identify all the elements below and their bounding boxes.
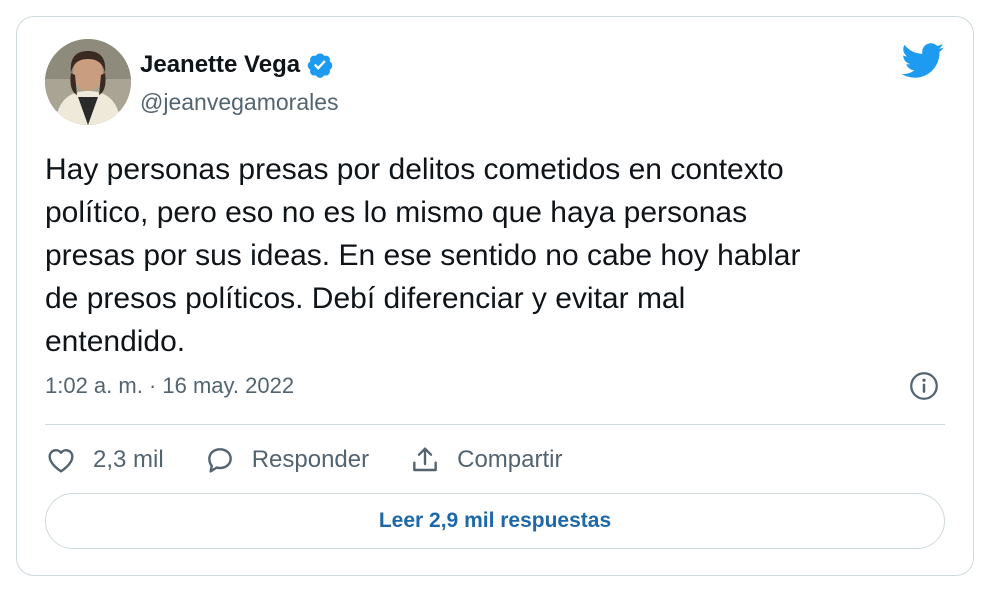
- tweet-timestamp[interactable]: 1:02 a. m. · 16 may. 2022: [45, 373, 294, 399]
- action-bar: 2,3 mil Responder Compartir: [45, 441, 602, 479]
- read-replies-button[interactable]: Leer 2,9 mil respuestas: [45, 493, 945, 549]
- twitter-bird-icon[interactable]: [901, 43, 945, 79]
- author-handle[interactable]: @jeanvegamorales: [140, 89, 339, 116]
- avatar-image: [45, 39, 131, 125]
- verified-badge-icon: [307, 53, 333, 78]
- tweet-text: Hay personas presas por delitos cometido…: [45, 153, 801, 358]
- author-name[interactable]: Jeanette Vega: [140, 51, 300, 79]
- like-count: 2,3 mil: [93, 446, 164, 473]
- info-icon[interactable]: [909, 371, 939, 401]
- like-button[interactable]: 2,3 mil: [45, 444, 164, 476]
- share-button[interactable]: Compartir: [409, 444, 562, 476]
- author-name-row[interactable]: Jeanette Vega: [140, 51, 334, 79]
- share-upload-icon: [413, 447, 437, 472]
- avatar[interactable]: [45, 39, 131, 125]
- divider: [45, 424, 945, 425]
- reply-label: Responder: [251, 446, 370, 473]
- share-label: Compartir: [457, 446, 563, 473]
- reply-button[interactable]: Responder: [204, 444, 369, 476]
- heart-icon: [48, 449, 74, 473]
- tweet-card: Jeanette Vega @jeanvegamorales Hay perso…: [16, 16, 974, 576]
- speech-bubble-icon: [207, 448, 232, 473]
